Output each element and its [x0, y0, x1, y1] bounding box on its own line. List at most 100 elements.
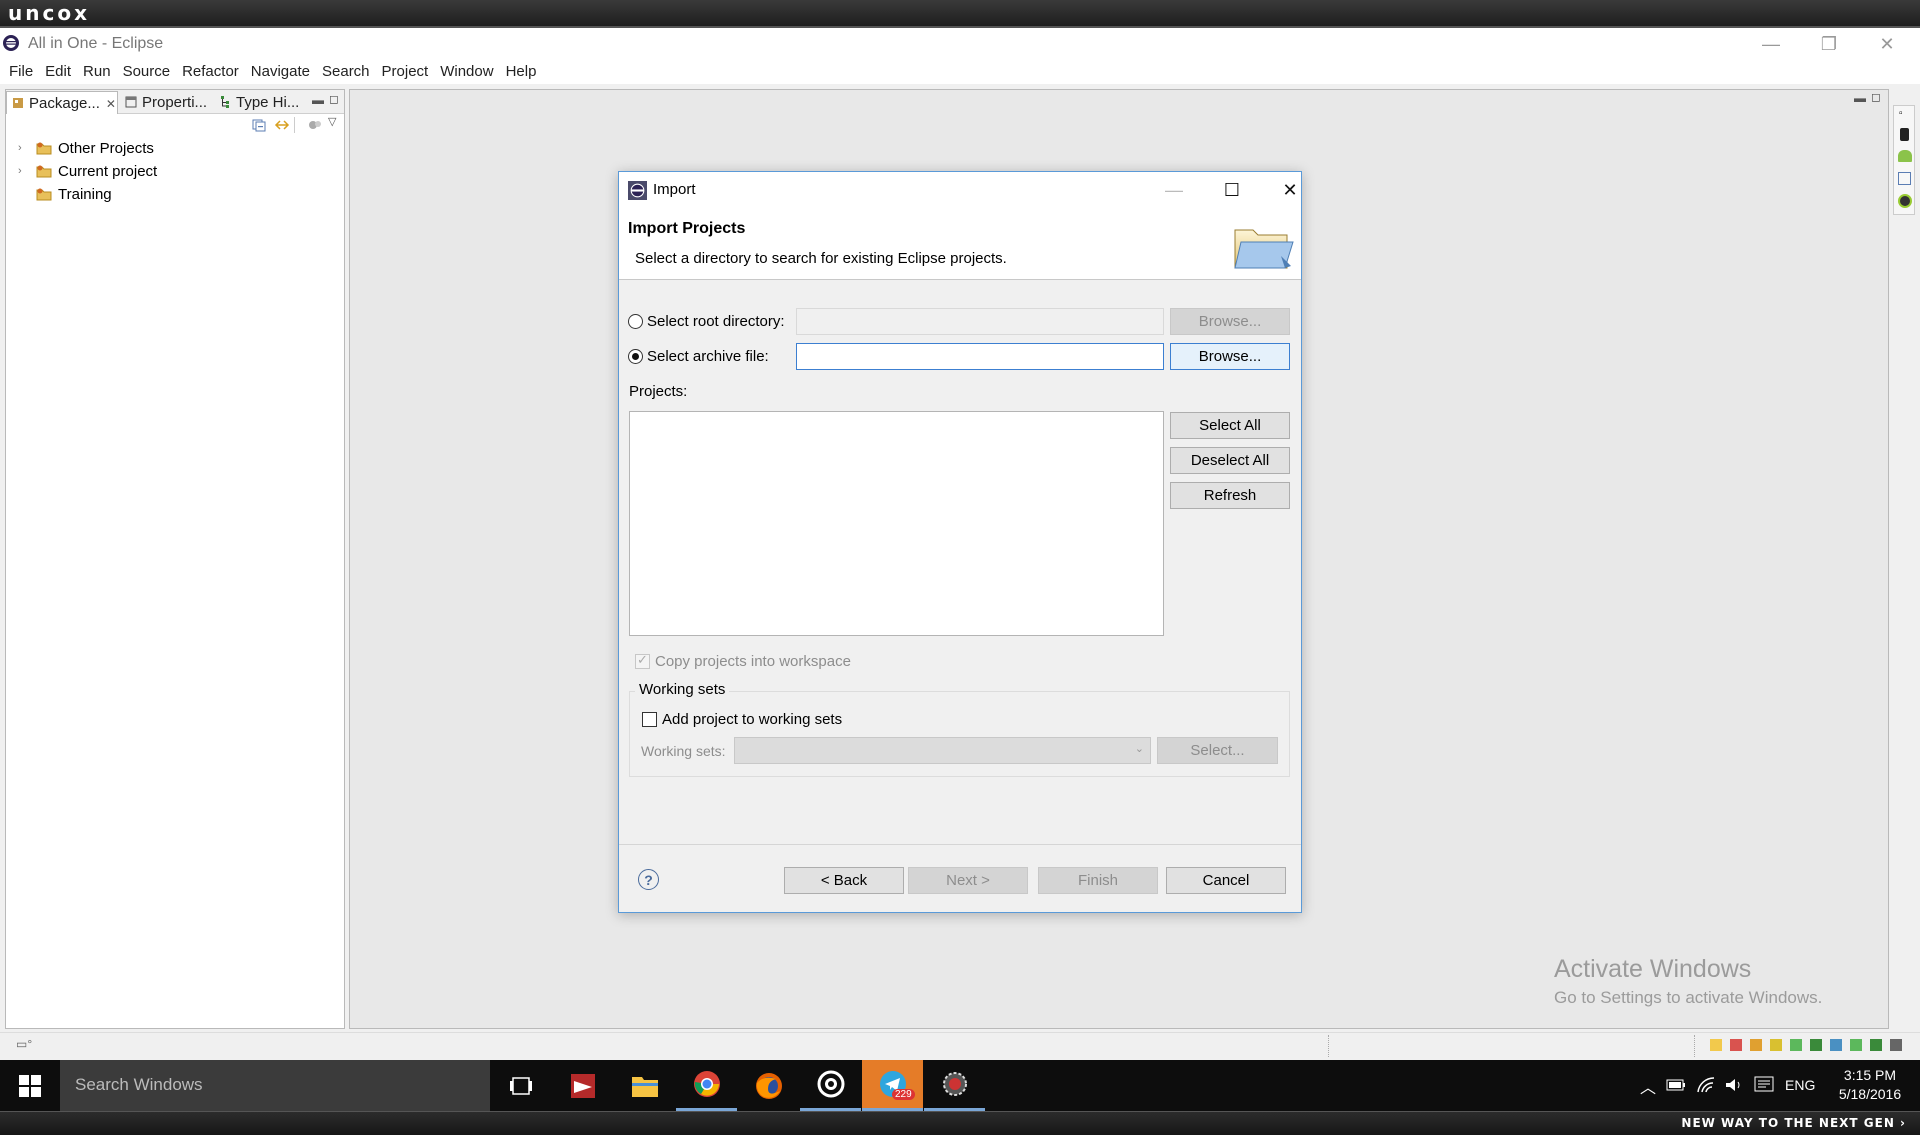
dialog-minimize-button[interactable]: —	[1151, 172, 1197, 208]
projects-label: Projects:	[629, 383, 688, 400]
taskbar-app-chrome[interactable]	[676, 1060, 737, 1111]
dialog-header: Import Projects Select a directory to se…	[619, 208, 1301, 280]
menu-source[interactable]: Source	[117, 60, 177, 84]
cancel-button[interactable]: Cancel	[1166, 867, 1286, 894]
eclipse-dialog-icon	[628, 181, 647, 200]
menu-run[interactable]: Run	[77, 60, 117, 84]
archive-file-field[interactable]	[796, 343, 1164, 370]
deselect-all-button[interactable]: Deselect All	[1170, 447, 1290, 474]
tool-icon[interactable]	[1870, 1039, 1882, 1051]
menu-navigate[interactable]: Navigate	[245, 60, 316, 84]
menu-window[interactable]: Window	[434, 60, 499, 84]
task-view-button[interactable]	[490, 1060, 551, 1111]
menu-edit[interactable]: Edit	[39, 60, 77, 84]
copy-projects-checkbox[interactable]	[635, 652, 650, 669]
root-directory-option[interactable]: Select root directory:	[628, 313, 785, 330]
menu-help[interactable]: Help	[500, 60, 543, 84]
tree-item-training[interactable]: Training	[18, 184, 112, 204]
browse-archive-button[interactable]: Browse...	[1170, 343, 1290, 370]
minimize-view-icon[interactable]: ▬	[312, 93, 324, 107]
battery-icon[interactable]	[1666, 1078, 1686, 1092]
volume-icon[interactable]	[1724, 1077, 1744, 1093]
monitor-icon[interactable]	[1898, 194, 1912, 208]
dialog-maximize-button[interactable]: ☐	[1209, 172, 1255, 208]
tool-icon[interactable]	[1750, 1039, 1762, 1051]
minimize-editor-icon[interactable]: ▬	[1854, 91, 1866, 105]
taskbar-app-firefox[interactable]	[738, 1060, 799, 1111]
start-button[interactable]	[0, 1060, 60, 1111]
select-all-button[interactable]: Select All	[1170, 412, 1290, 439]
focus-on-active-task-icon[interactable]	[308, 119, 322, 131]
maximize-editor-icon[interactable]: ◻	[1871, 90, 1881, 104]
tree-item-current-project[interactable]: › Current project	[18, 161, 157, 181]
archive-file-option[interactable]: Select archive file:	[628, 348, 769, 365]
projects-list[interactable]	[629, 411, 1164, 636]
refresh-button[interactable]: Refresh	[1170, 482, 1290, 509]
language-indicator[interactable]: ENG	[1785, 1077, 1815, 1093]
maximize-view-icon[interactable]: ◻	[329, 92, 339, 106]
toolbar-separator	[294, 117, 295, 133]
finish-button[interactable]: Finish	[1038, 867, 1158, 894]
tool-icon[interactable]	[1890, 1039, 1902, 1051]
back-button[interactable]: < Back	[784, 867, 904, 894]
link-with-editor-icon[interactable]	[274, 118, 290, 132]
close-tab-icon[interactable]: ✕	[106, 97, 116, 111]
tab-properties[interactable]: Properti...	[120, 91, 212, 114]
working-set-folder-icon	[36, 142, 52, 155]
fast-view-icon[interactable]: ▭°	[16, 1037, 32, 1051]
menu-refactor[interactable]: Refactor	[176, 60, 245, 84]
tree-item-other-projects[interactable]: › Other Projects	[18, 138, 154, 158]
tool-icon[interactable]	[1810, 1039, 1822, 1051]
tool-icon[interactable]	[1830, 1039, 1842, 1051]
device-icon[interactable]	[1900, 128, 1909, 141]
tool-icon[interactable]	[1790, 1039, 1802, 1051]
add-working-sets-checkbox[interactable]	[642, 712, 657, 727]
clock[interactable]: 3:15 PM 5/18/2016	[1824, 1066, 1916, 1104]
taskbar-app-file-explorer[interactable]	[614, 1060, 675, 1111]
restore-button[interactable]: ❐	[1806, 28, 1852, 60]
tab-package-explorer[interactable]: Package... ✕	[6, 91, 118, 114]
tool-icon[interactable]	[1770, 1039, 1782, 1051]
add-working-sets-option[interactable]: Add project to working sets	[642, 711, 842, 728]
tool-icon[interactable]	[1710, 1039, 1722, 1051]
select-working-sets-button[interactable]: Select...	[1157, 737, 1278, 764]
expand-arrow-icon[interactable]: ›	[18, 142, 30, 154]
working-sets-label: Working sets:	[641, 743, 726, 759]
restore-icon[interactable]: ▫	[1899, 108, 1903, 119]
minimize-button[interactable]: —	[1748, 28, 1794, 60]
tool-icon[interactable]	[1730, 1039, 1742, 1051]
dialog-close-button[interactable]: ✕	[1267, 172, 1313, 208]
root-directory-field[interactable]	[796, 308, 1164, 335]
working-sets-combo[interactable]: ⌄	[734, 737, 1151, 764]
taskbar-search-box[interactable]: Search Windows	[60, 1060, 490, 1111]
wifi-icon[interactable]	[1696, 1076, 1716, 1094]
next-button[interactable]: Next >	[908, 867, 1028, 894]
android-icon[interactable]	[1898, 150, 1912, 162]
tab-type-hierarchy[interactable]: Type Hi...	[214, 91, 304, 114]
action-center-icon[interactable]	[1754, 1076, 1774, 1094]
taskbar-app-winrar[interactable]	[552, 1060, 613, 1111]
menu-file[interactable]: File	[3, 60, 39, 84]
taskbar-app-telegram[interactable]: 229	[862, 1060, 923, 1111]
tool-icon[interactable]	[1850, 1039, 1862, 1051]
firefox-icon	[755, 1072, 782, 1099]
taskbar-app-eclipse[interactable]	[924, 1060, 985, 1111]
root-directory-radio[interactable]	[628, 314, 643, 329]
help-icon[interactable]: ?	[638, 869, 659, 890]
collapse-all-icon[interactable]	[252, 118, 266, 132]
right-trim-stack: ▫	[1893, 105, 1915, 215]
outline-icon[interactable]	[1898, 172, 1911, 185]
watermark-top-bar: uncox	[0, 0, 1920, 28]
archive-file-radio[interactable]	[628, 349, 643, 364]
menu-search[interactable]: Search	[316, 60, 376, 84]
browse-root-button[interactable]: Browse...	[1170, 308, 1290, 335]
close-window-button[interactable]: ✕	[1864, 28, 1910, 60]
copy-projects-option[interactable]: Copy projects into workspace	[635, 652, 851, 670]
menu-project[interactable]: Project	[376, 60, 435, 84]
show-hidden-icons-icon[interactable]: ︿	[1640, 1074, 1656, 1098]
winrar-icon	[570, 1073, 595, 1098]
expand-arrow-icon[interactable]: ›	[18, 165, 30, 177]
working-set-folder-icon	[36, 165, 52, 178]
view-menu-icon[interactable]: ▽	[328, 115, 336, 128]
taskbar-app-media-player[interactable]	[800, 1060, 861, 1111]
